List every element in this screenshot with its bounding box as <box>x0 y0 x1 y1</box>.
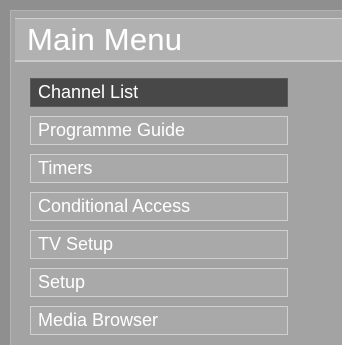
menu-item-programme-guide[interactable]: Programme Guide <box>30 116 288 145</box>
menu-item-timers[interactable]: Timers <box>30 154 288 183</box>
menu-list: Channel List Programme Guide Timers Cond… <box>30 78 288 335</box>
menu-item-tv-setup[interactable]: TV Setup <box>30 230 288 259</box>
main-menu-panel: Main Menu Channel List Programme Guide T… <box>10 10 342 345</box>
menu-header: Main Menu <box>15 18 342 62</box>
menu-item-setup[interactable]: Setup <box>30 268 288 297</box>
menu-item-media-browser[interactable]: Media Browser <box>30 306 288 335</box>
menu-item-channel-list[interactable]: Channel List <box>30 78 288 107</box>
menu-item-conditional-access[interactable]: Conditional Access <box>30 192 288 221</box>
menu-title: Main Menu <box>27 22 183 57</box>
